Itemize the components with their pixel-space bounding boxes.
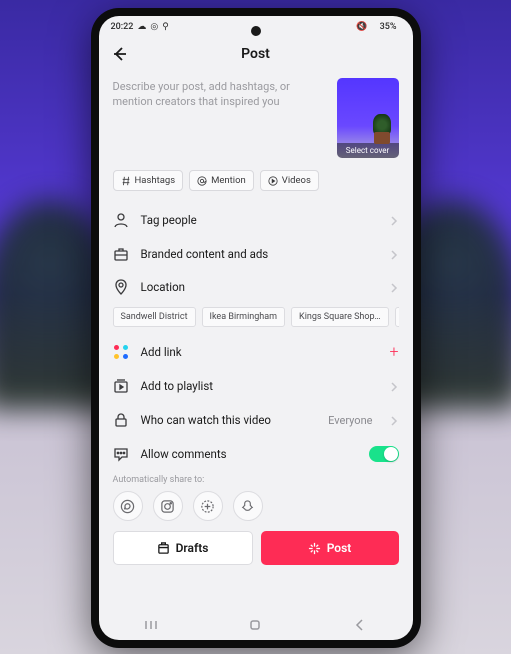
weather-icon: ☁ [137,22,146,32]
plus-icon: + [389,344,398,360]
location-row[interactable]: Location [113,271,399,303]
hashtags-chip[interactable]: Hashtags [113,170,184,191]
chevron-right-icon [389,411,399,430]
select-cover-button[interactable]: Select cover [337,78,399,158]
share-to-label: Automatically share to: [113,475,399,485]
share-snapchat-icon[interactable] [233,491,263,521]
location-pill[interactable]: Kings Square Shop… [291,307,389,327]
chip-label: Videos [282,175,311,186]
chevron-right-icon [389,245,399,264]
person-icon [113,212,129,228]
row-label: Who can watch this video [141,413,317,427]
add-link-row[interactable]: Add link + [113,335,399,369]
nav-back-button[interactable] [353,617,367,636]
comment-icon [113,446,129,462]
add-playlist-row[interactable]: Add to playlist [113,369,399,403]
playlist-icon [113,378,129,394]
branded-content-row[interactable]: Branded content and ads [113,237,399,271]
allow-comments-row[interactable]: Allow comments [113,437,399,471]
row-label: Add to playlist [141,379,377,393]
location-suggestions: Sandwell District Ikea Birmingham Kings … [113,303,399,335]
location-pill[interactable]: Sandwell District [113,307,196,327]
caption-input[interactable]: Describe your post, add hashtags, or men… [113,78,327,158]
post-sparkle-icon [308,542,321,555]
header: Post [99,36,413,72]
tag-people-row[interactable]: Tag people [113,203,399,237]
share-story-icon[interactable] [193,491,223,521]
share-whatsapp-icon[interactable] [113,491,143,521]
drafts-icon [157,542,170,555]
location-glyph-icon: ⚲ [162,22,169,32]
instagram-glyph-icon: ◎ [150,22,158,32]
button-label: Drafts [176,541,209,555]
status-time: 20:22 [111,22,134,32]
row-label: Add link [141,345,378,359]
videos-chip[interactable]: Videos [260,170,319,191]
row-label: Location [141,280,377,294]
share-instagram-icon[interactable] [153,491,183,521]
chevron-right-icon [389,211,399,230]
back-button[interactable] [109,44,129,64]
location-pill[interactable]: Ikea Birmingham [202,307,286,327]
chevron-right-icon [389,278,399,297]
status-battery: 35% [380,22,397,32]
mute-icon: 🔇 [356,22,367,32]
home-button[interactable] [248,617,262,636]
chip-label: Mention [211,175,246,186]
recent-apps-button[interactable] [144,617,158,636]
cover-label: Select cover [337,143,399,158]
drafts-button[interactable]: Drafts [113,531,253,565]
mention-chip[interactable]: Mention [189,170,254,191]
phone-frame: 20:22 ☁ ◎ ⚲ 🔇 35% [91,8,421,648]
status-bar: 20:22 ☁ ◎ ⚲ 🔇 35% [99,16,413,36]
row-label: Tag people [141,213,377,227]
chip-label: Hashtags [135,175,176,186]
lock-icon [113,412,129,428]
briefcase-icon [113,246,129,262]
location-pin-icon [113,279,129,295]
android-navbar [99,612,413,640]
row-label: Allow comments [141,447,357,461]
chevron-right-icon [389,377,399,396]
comments-toggle[interactable] [369,446,399,462]
link-dots-icon [113,344,129,360]
button-label: Post [327,541,352,555]
page-title: Post [241,46,270,62]
post-button[interactable]: Post [261,531,399,565]
row-label: Branded content and ads [141,247,377,261]
location-pill[interactable]: Sainsb [395,307,399,327]
screen: 20:22 ☁ ◎ ⚲ 🔇 35% [99,16,413,640]
privacy-row[interactable]: Who can watch this video Everyone [113,403,399,437]
row-value: Everyone [328,414,372,427]
